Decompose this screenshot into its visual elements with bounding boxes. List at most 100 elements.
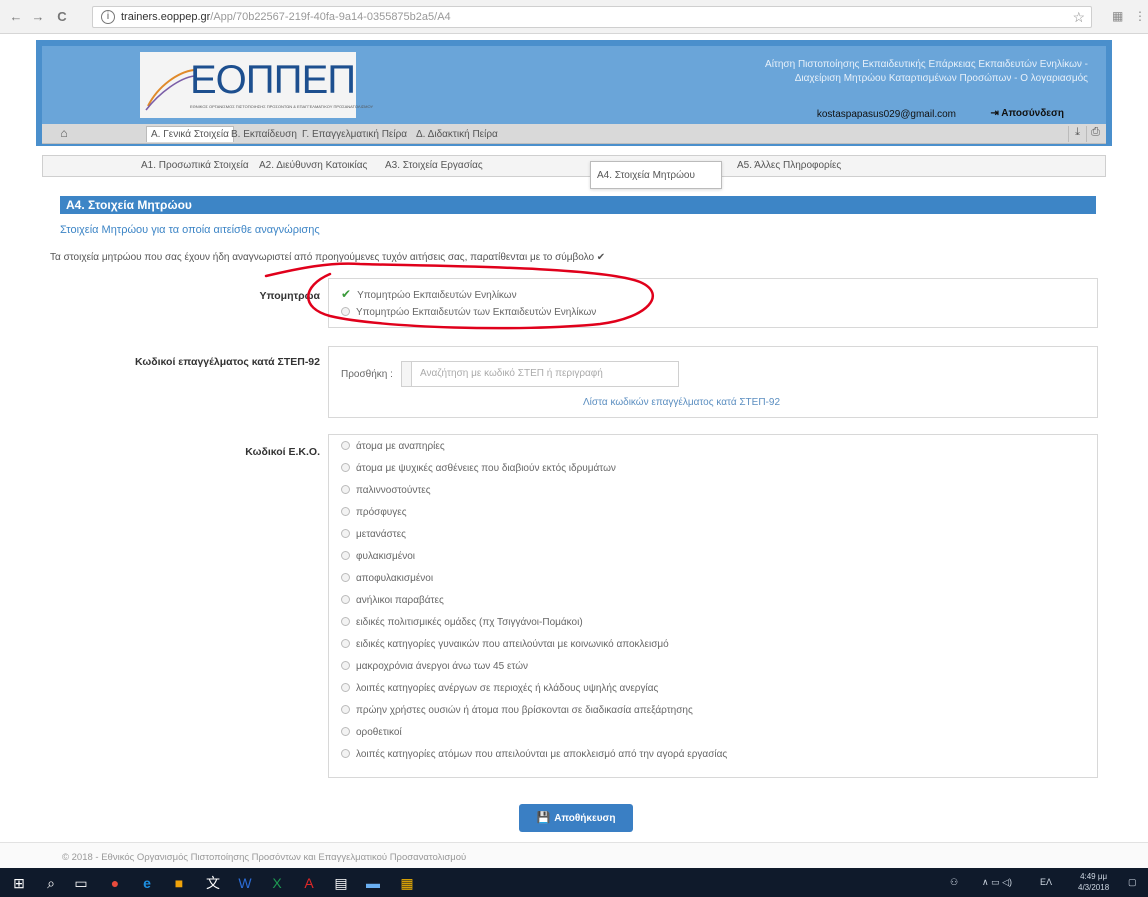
reload-icon[interactable]: C (54, 9, 70, 25)
footer-text: © 2018 - Εθνικός Οργανισμός Πιστοποίησης… (62, 852, 467, 863)
system-tray-icons[interactable]: ∧ ▭ ◁) (982, 877, 1012, 888)
tab-teaching-experience[interactable]: Δ. Διδακτική Πείρα (412, 127, 502, 143)
browser-toolbar: ← → C i trainers.eoppep.gr/App/70b22567-… (0, 0, 1148, 34)
submitroa-option-adult-trainers[interactable]: ✔ Υπομητρώο Εκπαιδευτών Ενηλίκων (341, 287, 517, 301)
checkbox-icon (341, 705, 350, 714)
eko-option[interactable]: μετανάστες (341, 529, 406, 540)
acrobat-icon[interactable]: A (300, 874, 318, 892)
url-text: trainers.eoppep.gr/App/70b22567-219f-40f… (121, 11, 451, 23)
eko-option[interactable]: λοιπές κατηγορίες ανέργων σε περιοχές ή … (341, 683, 658, 694)
back-icon[interactable]: ← (8, 9, 24, 25)
eko-option-label: άτομα με ψυχικές ασθένειες που διαβιούν … (356, 463, 616, 474)
eko-option-label: λοιπές κατηγορίες ατόμων που απειλούνται… (356, 749, 728, 760)
eko-label: Κωδικοί Ε.Κ.Ο. (245, 446, 320, 458)
logout-button[interactable]: ⇥ Αποσύνδεση (991, 108, 1065, 119)
section-note: Τα στοιχεία μητρώου που σας έχουν ήδη αν… (50, 252, 606, 263)
bookmark-star-icon[interactable]: ☆ (1072, 9, 1085, 26)
eko-option[interactable]: φυλακισμένοι (341, 551, 415, 562)
eko-option[interactable]: λοιπές κατηγορίες ατόμων που απειλούνται… (341, 749, 727, 760)
print-icon[interactable]: ⎙ (1086, 126, 1104, 142)
notification-icon[interactable]: ▢ (1128, 877, 1137, 888)
subtab-a5[interactable]: Α5. Άλλες Πληροφορίες (737, 160, 841, 171)
extension-icon[interactable]: ▦ (1112, 9, 1123, 23)
subtab-a3[interactable]: Α3. Στοιχεία Εργασίας (385, 160, 483, 171)
task-view-icon[interactable]: ▭ (72, 874, 90, 892)
clock[interactable]: 4:49 μμ 4/3/2018 (1078, 871, 1109, 893)
eko-option[interactable]: ειδικές πολιτισμικές ομάδες (πχ Τσιγγάνο… (341, 617, 583, 628)
eko-option[interactable]: αποφυλακισμένοι (341, 573, 433, 584)
save-button[interactable]: 💾 Αποθήκευση (519, 804, 633, 832)
eko-option-label: ειδικές κατηγορίες γυναικών που απειλούν… (356, 639, 669, 650)
eko-option[interactable]: μακροχρόνια άνεργοι άνω των 45 ετών (341, 661, 528, 672)
home-icon[interactable]: ⌂ (56, 126, 72, 142)
step92-codes-link[interactable]: Λίστα κωδικών επαγγέλματος κατά ΣΤΕΠ-92 (583, 397, 780, 408)
people-icon[interactable]: ⚇ (950, 877, 958, 888)
clock-date: 4/3/2018 (1078, 883, 1110, 892)
checkbox-icon (341, 573, 350, 582)
outlook-icon[interactable]: ■ (170, 874, 188, 892)
eko-option-label: μακροχρόνια άνεργοι άνω των 45 ετών (356, 661, 529, 672)
header-title-line1: Αίτηση Πιστοποίησης Εκπαιδευτικής Επάρκε… (765, 59, 1088, 70)
subtab-a4-active[interactable]: Α4. Στοιχεία Μητρώου (590, 161, 722, 189)
add-addon (401, 361, 411, 387)
taskbar: ⊞ ⌕ ▭ ● e ■ 文 W X A ▤ ▬ ▦ ⚇ ∧ ▭ ◁) ΕΛ 4:… (0, 868, 1148, 897)
logo-subtitle: ΕΘΝΙΚΟΣ ΟΡΓΑΝΙΣΜΟΣ ΠΙΣΤΟΠΟΙΗΣΗΣ ΠΡΟΣΟΝΤΩ… (190, 104, 374, 109)
eko-option[interactable]: ειδικές κατηγορίες γυναικών που απειλούν… (341, 639, 669, 650)
calculator-icon[interactable]: ▤ (332, 874, 350, 892)
save-icon: 💾 (536, 812, 551, 824)
checkbox-icon (341, 661, 350, 670)
search-icon[interactable]: ⌕ (42, 874, 60, 892)
checkbox-icon (341, 529, 350, 538)
main-nav: ⌂ Α. Γενικά Στοιχεία Β. Εκπαίδευση Γ. Επ… (42, 124, 1106, 144)
forward-icon[interactable]: → (30, 9, 46, 25)
eko-option[interactable]: πρόσφυγες (341, 507, 407, 518)
logo[interactable]: ΕΟΠΠΕΠ ΕΘΝΙΚΟΣ ΟΡΓΑΝΙΣΜΟΣ ΠΙΣΤΟΠΟΙΗΣΗΣ Π… (140, 52, 373, 118)
eko-option[interactable]: άτομα με ψυχικές ασθένειες που διαβιούν … (341, 463, 616, 474)
eko-option-label: παλιννοστούντες (356, 485, 431, 496)
submitroa-label: Υπομητρώα (259, 290, 320, 302)
checkbox-icon (341, 485, 350, 494)
eko-option[interactable]: ανήλικοι παραβάτες (341, 595, 444, 606)
eko-option-label: άτομα με αναπηρίες (356, 441, 445, 452)
tab-general[interactable]: Α. Γενικά Στοιχεία (146, 126, 234, 142)
subtab-a2[interactable]: Α2. Διεύθυνση Κατοικίας (259, 160, 367, 171)
checkbox-icon (341, 551, 350, 560)
download-icon[interactable]: ⤓ (1068, 126, 1086, 142)
submitroa-box: ✔ Υπομητρώο Εκπαιδευτών Ενηλίκων Υπομητρώ… (328, 278, 1098, 328)
language-icon[interactable]: 文 (204, 874, 222, 892)
app-icon[interactable]: ▦ (398, 874, 416, 892)
excel-icon[interactable]: X (268, 874, 286, 892)
info-icon[interactable]: i (101, 10, 115, 24)
step92-box: Προσθήκη : Αναζήτηση με κωδικό ΣΤΕΠ ή πε… (328, 346, 1098, 418)
windows-start-icon[interactable]: ⊞ (10, 874, 28, 892)
url-path: /App/70b22567-219f-40fa-9a14-0355875b2a5… (210, 11, 451, 23)
header-banner: ΕΟΠΠΕΠ ΕΘΝΙΚΟΣ ΟΡΓΑΝΙΣΜΟΣ ΠΙΣΤΟΠΟΙΗΣΗΣ Π… (42, 46, 1106, 124)
chrome-icon[interactable]: ● (106, 874, 124, 892)
checkbox-icon (341, 639, 350, 648)
sub-nav: Α1. Προσωπικά Στοιχεία Α2. Διεύθυνση Κατ… (42, 155, 1106, 177)
checkbox-icon (341, 683, 350, 692)
footer: © 2018 - Εθνικός Οργανισμός Πιστοποίησης… (0, 842, 1148, 868)
address-bar[interactable]: i trainers.eoppep.gr/App/70b22567-219f-4… (92, 6, 1092, 28)
eko-option[interactable]: άτομα με αναπηρίες (341, 441, 445, 452)
tab-education[interactable]: Β. Εκπαίδευση (227, 127, 301, 143)
url-host: trainers.eoppep.gr (121, 11, 211, 23)
eko-option[interactable]: πρώην χρήστες ουσιών ή άτομα που βρίσκον… (341, 705, 693, 716)
submitroa-option-trainers-of-trainers[interactable]: Υπομητρώο Εκπαιδευτών των Εκπαιδευτών Εν… (341, 307, 596, 318)
eko-option[interactable]: οροθετικοί (341, 727, 402, 738)
checkbox-icon (341, 441, 350, 450)
tab-professional-experience[interactable]: Γ. Επαγγελματική Πείρα (298, 127, 411, 143)
site-header: ΕΟΠΠΕΠ ΕΘΝΙΚΟΣ ΟΡΓΑΝΙΣΜΟΣ ΠΙΣΤΟΠΟΙΗΣΗΣ Π… (36, 40, 1112, 146)
user-email: kostaspapasus029@gmail.com (816, 109, 956, 120)
main-content: Α4. Στοιχεία Μητρώου Στοιχεία Μητρώου γι… (50, 190, 1100, 840)
photos-icon[interactable]: ▬ (364, 874, 382, 892)
step92-search-input[interactable]: Αναζήτηση με κωδικό ΣΤΕΠ ή περιγραφή (411, 361, 679, 387)
edge-icon[interactable]: e (138, 874, 156, 892)
subtab-a1[interactable]: Α1. Προσωπικά Στοιχεία (141, 160, 249, 171)
menu-icon[interactable]: ⋮ (1134, 9, 1146, 23)
eko-box: άτομα με αναπηρίες άτομα με ψυχικές ασθέν… (328, 434, 1098, 778)
word-icon[interactable]: W (236, 874, 254, 892)
eko-option-label: αποφυλακισμένοι (356, 573, 434, 584)
eko-option[interactable]: παλιννοστούντες (341, 485, 431, 496)
language-indicator[interactable]: ΕΛ (1040, 877, 1052, 887)
